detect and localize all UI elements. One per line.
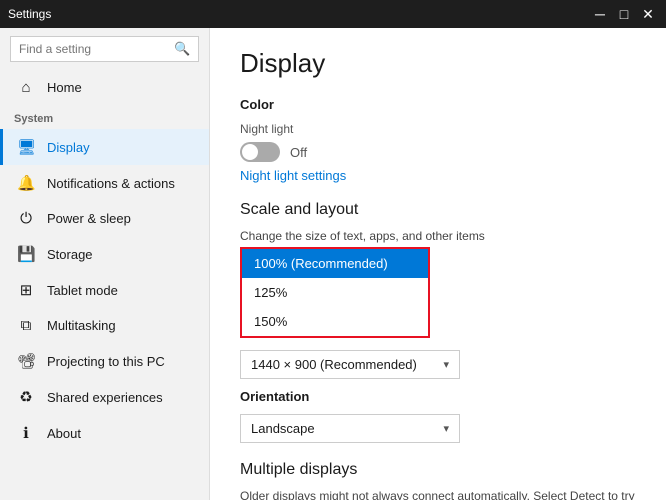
multitasking-icon: ⧉ xyxy=(17,317,35,334)
resolution-chevron-icon: ▾ xyxy=(443,358,449,371)
minimize-button[interactable]: ─ xyxy=(590,6,610,23)
toggle-knob xyxy=(242,144,258,160)
page-title: Display xyxy=(240,48,636,79)
sidebar-item-tablet-label: Tablet mode xyxy=(47,283,118,298)
sidebar-item-storage[interactable]: 💾 Storage xyxy=(0,236,209,272)
home-icon: ⌂ xyxy=(17,79,35,96)
display-icon: 🖥 xyxy=(17,138,35,156)
tablet-icon: ⊞ xyxy=(17,281,35,299)
app-body: 🔍 ⌂ Home System 🖥 Display 🔔 Notification… xyxy=(0,28,666,500)
shared-icon: ♻ xyxy=(17,388,35,406)
system-label: System xyxy=(0,105,209,129)
projecting-icon: 📽 xyxy=(17,352,35,370)
orientation-value: Landscape xyxy=(251,421,315,436)
sidebar-item-projecting-label: Projecting to this PC xyxy=(47,354,165,369)
night-light-toggle[interactable] xyxy=(240,142,280,162)
orientation-heading: Orientation xyxy=(240,389,636,404)
multiple-displays-desc: Older displays might not always connect … xyxy=(240,487,636,500)
title-bar: Settings ─ □ ✕ xyxy=(0,0,666,28)
search-icon: 🔍 xyxy=(174,41,190,57)
sidebar-item-shared-label: Shared experiences xyxy=(47,390,163,405)
sidebar: 🔍 ⌂ Home System 🖥 Display 🔔 Notification… xyxy=(0,28,210,500)
sidebar-item-tablet[interactable]: ⊞ Tablet mode xyxy=(0,272,209,308)
notifications-icon: 🔔 xyxy=(17,174,35,192)
sidebar-item-multitasking[interactable]: ⧉ Multitasking xyxy=(0,308,209,343)
night-light-label: Night light xyxy=(240,122,636,136)
scale-description: Change the size of text, apps, and other… xyxy=(240,229,636,243)
maximize-button[interactable]: □ xyxy=(614,6,634,23)
main-content: Display Color Night light Off Night ligh… xyxy=(210,28,666,500)
close-button[interactable]: ✕ xyxy=(638,6,658,23)
about-icon: ℹ xyxy=(17,424,35,442)
sidebar-item-label: Home xyxy=(47,80,82,95)
orientation-dropdown[interactable]: Landscape ▾ xyxy=(240,414,460,443)
sidebar-item-home[interactable]: ⌂ Home xyxy=(0,70,209,105)
orientation-chevron-icon: ▾ xyxy=(443,422,449,435)
orientation-section: Orientation Landscape ▾ xyxy=(240,389,636,443)
sidebar-item-multitasking-label: Multitasking xyxy=(47,318,116,333)
scale-option-100[interactable]: 100% (Recommended) xyxy=(242,249,428,278)
search-input[interactable] xyxy=(19,42,174,56)
scale-dropdown-list[interactable]: 100% (Recommended) 125% 150% xyxy=(240,247,430,338)
resolution-dropdown[interactable]: 1440 × 900 (Recommended) ▾ xyxy=(240,350,460,379)
app-title: Settings xyxy=(8,7,51,21)
resolution-value: 1440 × 900 (Recommended) xyxy=(251,357,417,372)
power-icon: ⏻ xyxy=(17,210,35,227)
scale-option-150[interactable]: 150% xyxy=(242,307,428,336)
sidebar-item-power-label: Power & sleep xyxy=(47,211,131,226)
sidebar-item-about[interactable]: ℹ About xyxy=(0,415,209,451)
storage-icon: 💾 xyxy=(17,245,35,263)
sidebar-item-projecting[interactable]: 📽 Projecting to this PC xyxy=(0,343,209,379)
scale-layout-heading: Scale and layout xyxy=(240,201,636,219)
sidebar-item-display[interactable]: 🖥 Display xyxy=(0,129,209,165)
sidebar-item-shared[interactable]: ♻ Shared experiences xyxy=(0,379,209,415)
multiple-displays-heading: Multiple displays xyxy=(240,461,636,479)
sidebar-item-power[interactable]: ⏻ Power & sleep xyxy=(0,201,209,236)
sidebar-item-notifications[interactable]: 🔔 Notifications & actions xyxy=(0,165,209,201)
color-heading: Color xyxy=(240,97,636,112)
night-light-toggle-row: Off xyxy=(240,142,636,162)
night-light-settings-link[interactable]: Night light settings xyxy=(240,168,346,183)
sidebar-item-notifications-label: Notifications & actions xyxy=(47,176,175,191)
window-controls: ─ □ ✕ xyxy=(590,6,658,23)
toggle-state-label: Off xyxy=(290,145,307,160)
search-box[interactable]: 🔍 xyxy=(10,36,199,62)
sidebar-item-storage-label: Storage xyxy=(47,247,93,262)
sidebar-item-about-label: About xyxy=(47,426,81,441)
sidebar-item-display-label: Display xyxy=(47,140,90,155)
scale-option-125[interactable]: 125% xyxy=(242,278,428,307)
